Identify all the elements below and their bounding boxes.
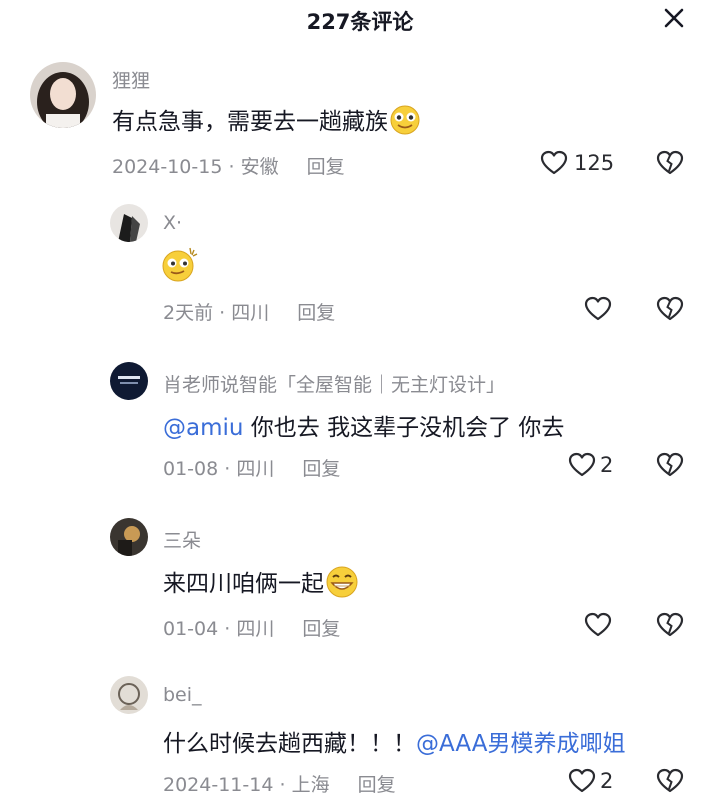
heart-icon bbox=[584, 612, 612, 638]
meta-separator: · bbox=[228, 156, 235, 178]
avatar[interactable] bbox=[110, 362, 148, 400]
comment-username[interactable]: 狸狸 bbox=[112, 66, 150, 93]
comment-item: X· 2天前 · 四川 回复 bbox=[0, 200, 720, 330]
like-button[interactable] bbox=[584, 296, 612, 322]
comment-date: 01-04 bbox=[163, 618, 219, 640]
avatar[interactable] bbox=[110, 676, 148, 714]
comment-text-content: 来四川咱俩一起 bbox=[163, 571, 324, 597]
comment-text: 什么时候去趟西藏！！！@AAA男模养成唧姐 bbox=[163, 724, 625, 758]
comment-location: 四川 bbox=[236, 458, 275, 480]
comment-username[interactable]: 三朵 bbox=[163, 526, 201, 553]
comment-meta: 2024-11-14 · 上海 回复 bbox=[163, 770, 396, 797]
comment-item: 三朵 来四川咱俩一起 01-04 · 四川 回复 bbox=[0, 514, 720, 644]
heart-icon bbox=[584, 296, 612, 322]
grinning-face-emoji bbox=[324, 566, 360, 604]
avatar[interactable] bbox=[110, 204, 148, 242]
smirking-face-emoji bbox=[160, 246, 200, 288]
like-button[interactable]: 125 bbox=[540, 150, 614, 176]
comments-header: 227条评论 bbox=[0, 0, 720, 40]
meta-separator: · bbox=[219, 302, 226, 324]
comment-location: 上海 bbox=[291, 774, 330, 796]
broken-heart-icon bbox=[656, 768, 684, 798]
comment-meta: 01-04 · 四川 回复 bbox=[163, 614, 340, 641]
dislike-button[interactable] bbox=[656, 612, 684, 642]
comment-text: 有点急事，需要去一趟藏族 bbox=[112, 102, 422, 141]
reply-button[interactable]: 回复 bbox=[307, 156, 345, 178]
like-button[interactable]: 2 bbox=[568, 768, 613, 794]
comment-text-content: 有点急事，需要去一趟藏族 bbox=[112, 109, 388, 135]
dislike-button[interactable] bbox=[656, 150, 684, 180]
comment-item: 肖老师说智能「全屋智能｜无主灯设计」 @amiu 你也去 我这辈子没机会了 你去… bbox=[0, 356, 720, 486]
reply-button[interactable]: 回复 bbox=[302, 618, 340, 640]
close-icon[interactable] bbox=[660, 4, 688, 32]
comment-text-content: 你也去 我这辈子没机会了 你去 bbox=[243, 415, 565, 441]
comment-username[interactable]: X· bbox=[163, 212, 182, 234]
heart-icon bbox=[568, 768, 596, 794]
comment-date: 01-08 bbox=[163, 458, 219, 480]
comment-date: 2天前 bbox=[163, 302, 214, 324]
comment-date: 2024-11-14 bbox=[163, 774, 274, 796]
meta-separator: · bbox=[279, 774, 286, 796]
reply-button[interactable]: 回复 bbox=[297, 302, 335, 324]
like-count: 2 bbox=[600, 453, 614, 477]
meta-separator: · bbox=[224, 458, 231, 480]
mention-link[interactable]: @AAA男模养成唧姐 bbox=[416, 731, 625, 757]
comment-location: 安徽 bbox=[240, 156, 279, 178]
meta-separator: · bbox=[224, 618, 231, 640]
broken-heart-icon bbox=[656, 612, 684, 642]
like-count: 125 bbox=[574, 151, 615, 175]
comment-text bbox=[160, 246, 200, 288]
comment-username[interactable]: bei_ bbox=[163, 684, 202, 706]
like-button[interactable] bbox=[584, 612, 612, 638]
comment-text: 来四川咱俩一起 bbox=[163, 564, 360, 604]
broken-heart-icon bbox=[656, 452, 684, 482]
reply-button[interactable]: 回复 bbox=[358, 774, 396, 796]
comment-location: 四川 bbox=[231, 302, 270, 324]
comment-item: bei_ 什么时候去趟西藏！！！@AAA男模养成唧姐 2024-11-14 · … bbox=[0, 672, 720, 803]
comment-text-content: 什么时候去趟西藏！！！ bbox=[163, 731, 416, 757]
broken-heart-icon bbox=[656, 296, 684, 326]
comment-item: 狸狸 有点急事，需要去一趟藏族 2024-10-15 · 安徽 回复 125 bbox=[0, 56, 720, 186]
comment-count-title: 227条评论 bbox=[306, 10, 414, 34]
comment-location: 四川 bbox=[236, 618, 275, 640]
smiling-face-emoji bbox=[388, 105, 422, 141]
comment-meta: 2天前 · 四川 回复 bbox=[163, 298, 335, 325]
heart-icon bbox=[540, 150, 568, 176]
dislike-button[interactable] bbox=[656, 296, 684, 326]
comment-text: @amiu 你也去 我这辈子没机会了 你去 bbox=[163, 408, 564, 442]
comment-date: 2024-10-15 bbox=[112, 156, 223, 178]
comment-username[interactable]: 肖老师说智能「全屋智能｜无主灯设计」 bbox=[163, 370, 505, 397]
comment-meta: 01-08 · 四川 回复 bbox=[163, 454, 340, 481]
dislike-button[interactable] bbox=[656, 768, 684, 798]
mention-link[interactable]: @amiu bbox=[163, 415, 243, 441]
avatar[interactable] bbox=[110, 518, 148, 556]
reply-button[interactable]: 回复 bbox=[302, 458, 340, 480]
broken-heart-icon bbox=[656, 150, 684, 180]
dislike-button[interactable] bbox=[656, 452, 684, 482]
avatar[interactable] bbox=[30, 62, 96, 128]
comment-meta: 2024-10-15 · 安徽 回复 bbox=[112, 152, 345, 179]
like-count: 2 bbox=[600, 769, 614, 793]
heart-icon bbox=[568, 452, 596, 478]
like-button[interactable]: 2 bbox=[568, 452, 613, 478]
